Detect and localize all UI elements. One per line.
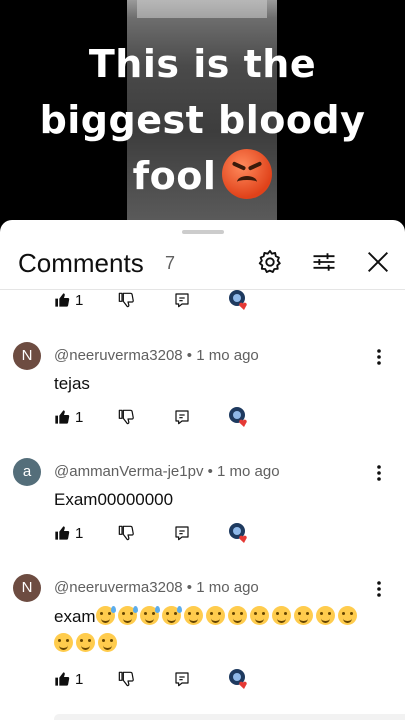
grinning-sweat-emoji-icon	[95, 606, 116, 625]
comment-actions: 1	[0, 520, 405, 548]
dislike-button[interactable]	[118, 289, 134, 311]
reply-icon	[175, 672, 189, 687]
smiling-emoji-icon	[98, 633, 117, 652]
creator-heart-badge	[228, 522, 250, 544]
caption-line-1: This is the	[88, 42, 317, 86]
creator-heart-icon	[229, 669, 247, 689]
creator-heart-icon	[229, 407, 247, 427]
thumbs-down-icon	[118, 292, 134, 308]
smiling-emoji-icon	[337, 606, 357, 625]
comments-sheet: Comments 7 1 N @neeruverma3208 • 1 mo ag…	[0, 220, 405, 720]
more-options-icon[interactable]	[377, 348, 381, 366]
grinning-sweat-emoji-icon	[161, 606, 182, 625]
like-button[interactable]: 1	[54, 289, 83, 311]
comment-meta: @ammanVerma-je1pv • 1 mo ago	[54, 463, 280, 480]
dislike-button[interactable]	[118, 406, 134, 428]
smiling-emoji-icon	[76, 633, 95, 652]
dislike-button[interactable]	[118, 668, 134, 690]
creator-heart-badge	[228, 668, 250, 690]
caption-line-2: biggest bloody	[39, 98, 366, 142]
avatar[interactable]: N	[13, 574, 41, 602]
caption-line-3: fool	[0, 148, 405, 204]
creator-heart-badge	[228, 406, 250, 428]
smiling-emoji-icon	[183, 606, 203, 625]
video-player[interactable]: This is the biggest bloody fool	[0, 0, 405, 232]
thumbs-down-icon	[118, 409, 134, 425]
comment-meta: @neeruverma3208 • 1 mo ago	[54, 579, 259, 596]
comment-input-bar[interactable]	[54, 714, 405, 720]
comment-meta: @neeruverma3208 • 1 mo ago	[54, 347, 259, 364]
creator-heart-icon	[229, 523, 247, 543]
comment-actions: 1	[0, 666, 405, 694]
creator-heart-badge	[228, 289, 250, 311]
smiling-emoji-icon	[205, 606, 225, 625]
reply-icon	[175, 410, 189, 425]
settings-gear-icon[interactable]	[256, 248, 284, 276]
comments-title: Comments	[18, 248, 144, 278]
drag-handle[interactable]	[182, 230, 224, 234]
like-button[interactable]: 1	[54, 668, 83, 690]
filter-sliders-icon[interactable]	[310, 248, 338, 276]
comment-text-value: exam	[54, 607, 96, 626]
thumbs-up-icon	[55, 526, 70, 540]
like-count: 1	[75, 524, 84, 542]
comments-count: 7	[165, 253, 176, 273]
smiling-emoji-icon	[293, 606, 313, 625]
comment-actions: 1	[0, 404, 405, 432]
comments-header: Comments 7	[0, 240, 405, 290]
reply-button[interactable]	[174, 289, 190, 311]
reply-icon	[175, 293, 189, 308]
smiling-emoji-icon	[315, 606, 335, 625]
more-options-icon[interactable]	[377, 464, 381, 482]
comment-text: tejas	[54, 374, 90, 393]
like-button[interactable]: 1	[54, 522, 83, 544]
creator-heart-icon	[229, 290, 247, 310]
reply-button[interactable]	[174, 522, 190, 544]
smiling-emoji-icon	[271, 606, 291, 625]
avatar[interactable]: a	[13, 458, 41, 486]
like-count: 1	[75, 670, 84, 688]
smiling-emoji-icon	[227, 606, 247, 625]
like-button[interactable]: 1	[54, 406, 83, 428]
smiling-emoji-icon	[249, 606, 269, 625]
thumbs-up-icon	[55, 672, 70, 686]
avatar[interactable]: N	[13, 342, 41, 370]
like-count: 1	[75, 291, 84, 309]
more-options-icon[interactable]	[377, 580, 381, 598]
grinning-sweat-emoji-icon	[117, 606, 138, 625]
thumbs-up-icon	[55, 293, 70, 307]
comment-text: exam	[54, 606, 360, 654]
thumbs-up-icon	[55, 410, 70, 424]
reply-button[interactable]	[174, 668, 190, 690]
thumbs-down-icon	[118, 671, 134, 687]
thumbs-down-icon	[118, 525, 134, 541]
smiling-emoji-icon	[54, 633, 73, 652]
close-icon[interactable]	[364, 248, 392, 276]
dislike-button[interactable]	[118, 522, 134, 544]
grinning-sweat-emoji-icon	[139, 606, 160, 625]
reply-icon	[175, 526, 189, 541]
like-count: 1	[75, 408, 84, 426]
comment-actions: 1	[0, 287, 405, 315]
reply-button[interactable]	[174, 406, 190, 428]
video-caption: This is the biggest bloody fool	[0, 36, 405, 204]
comment-text: Exam00000000	[54, 490, 174, 509]
angry-face-icon	[222, 149, 273, 199]
caption-line-3-text: fool	[132, 154, 217, 198]
